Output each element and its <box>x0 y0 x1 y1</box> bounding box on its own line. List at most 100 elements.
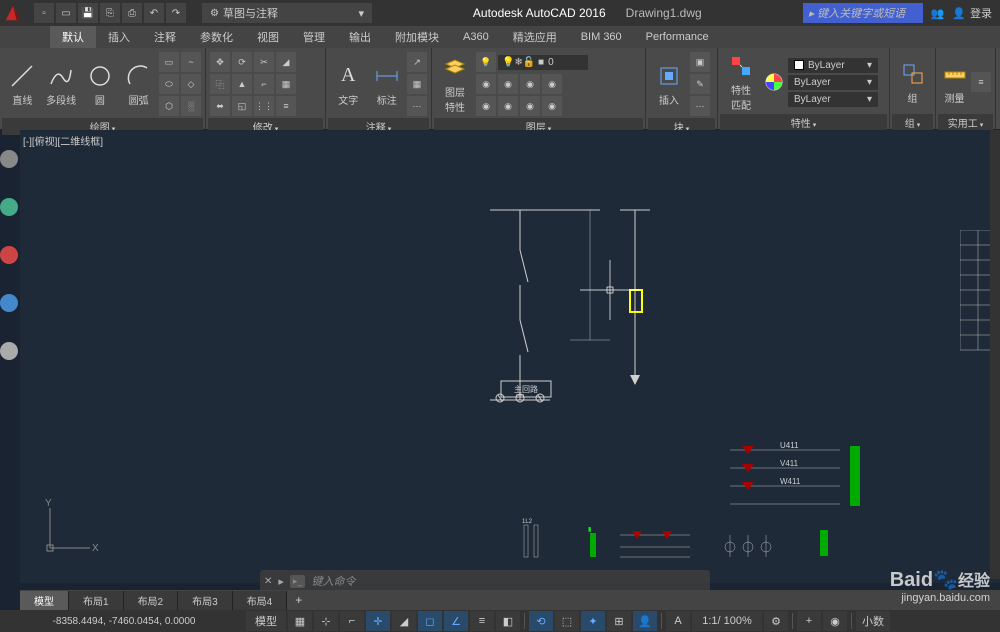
create-block-icon[interactable]: ▣ <box>690 52 710 72</box>
group-button[interactable]: 组 <box>894 52 931 112</box>
3dosnap-icon[interactable]: ⬚ <box>555 611 579 631</box>
move-icon[interactable]: ✥ <box>210 52 230 72</box>
save-icon[interactable]: 💾 <box>78 3 98 23</box>
redo-icon[interactable]: ↷ <box>166 3 186 23</box>
rotate-icon[interactable]: ⟳ <box>232 52 252 72</box>
print-icon[interactable]: ⎙ <box>122 3 142 23</box>
open-icon[interactable]: ▭ <box>56 3 76 23</box>
linetype-dropdown[interactable]: ByLayer▾ <box>788 92 878 107</box>
svg-text:1L2: 1L2 <box>522 519 533 525</box>
tab-manage[interactable]: 管理 <box>291 26 337 48</box>
layer-off-icon[interactable]: ◉ <box>476 74 496 94</box>
tab-view[interactable]: 视图 <box>245 26 291 48</box>
dimension-button[interactable]: 标注 <box>369 54 406 114</box>
leader-icon[interactable]: ↗ <box>407 52 427 72</box>
mirror-icon[interactable]: ▲ <box>232 74 252 94</box>
line-button[interactable]: 直线 <box>4 54 41 114</box>
annoscale-icon[interactable]: A <box>666 611 690 631</box>
ortho-icon[interactable]: ⌐ <box>340 611 364 631</box>
match-props-button[interactable]: 特性 匹配 <box>722 52 760 112</box>
tab-layout4[interactable]: 布局4 <box>233 591 288 610</box>
add-layout-button[interactable]: + <box>287 591 310 609</box>
dock-icon[interactable] <box>0 150 18 168</box>
polar-icon[interactable]: ✛ <box>366 611 390 631</box>
modelspace-button[interactable]: 模型 <box>246 611 286 631</box>
ucs-icon[interactable]: X Y <box>40 498 100 563</box>
status-bar: -8358.4494, -7460.0454, 0.0000 模型 ▦ ⊹ ⌐ … <box>0 610 1000 632</box>
tab-layout2[interactable]: 布局2 <box>124 591 179 610</box>
command-line[interactable]: ✕ ▸ ▸_ 键入命令 <box>260 570 710 592</box>
iso-icon[interactable]: ◢ <box>392 611 416 631</box>
tab-bim360[interactable]: BIM 360 <box>569 28 634 46</box>
tab-performance[interactable]: Performance <box>634 28 721 46</box>
tab-addins[interactable]: 附加模块 <box>383 26 451 48</box>
dock-icon[interactable] <box>0 246 18 264</box>
edit-block-icon[interactable]: ✎ <box>690 74 710 94</box>
stretch-icon[interactable]: ⬌ <box>210 96 230 116</box>
fillet-icon[interactable]: ⌐ <box>254 74 274 94</box>
scale-icon[interactable]: ◱ <box>232 96 252 116</box>
table-icon[interactable]: ▦ <box>407 74 427 94</box>
array-icon[interactable]: ⋮⋮ <box>254 96 274 116</box>
tab-model[interactable]: 模型 <box>20 591 69 610</box>
grid-icon[interactable]: ▦ <box>288 611 312 631</box>
drawing-canvas[interactable]: [-][俯视][二维线框] 主回路 <box>20 130 1000 583</box>
vertical-scrollbar[interactable] <box>990 130 1000 579</box>
saveas-icon[interactable]: ⎘ <box>100 3 120 23</box>
layer-props-button[interactable]: 图层 特性 <box>436 54 474 114</box>
tab-insert[interactable]: 插入 <box>96 26 142 48</box>
dock-icon[interactable] <box>0 294 18 312</box>
workspace-dropdown[interactable]: ⚙ 草图与注释 ▾ <box>202 3 372 23</box>
panel-annotation: A文字 标注 ↗ ▦ ⋯ 注释 <box>326 48 432 129</box>
circle-button[interactable]: 圆 <box>82 54 119 114</box>
dock-icon[interactable] <box>0 342 18 360</box>
snap-icon[interactable]: ⊹ <box>314 611 338 631</box>
workspace-label: 草图与注释 <box>223 5 278 21</box>
transparency-icon[interactable]: ◧ <box>496 611 520 631</box>
polyline-button[interactable]: 多段线 <box>43 54 80 114</box>
undo-icon[interactable]: ↶ <box>144 3 164 23</box>
panel-props-label: 特性 <box>720 114 887 131</box>
otrack-icon[interactable]: ∠ <box>444 611 468 631</box>
svg-text:U411: U411 <box>780 441 799 450</box>
panel-properties: 特性 匹配 ByLayer▾ ByLayer▾ ByLayer▾ 特性 <box>718 48 890 129</box>
copy-icon[interactable]: ⿻ <box>210 74 230 94</box>
dynamic-ucs-icon[interactable]: ✦ <box>581 611 605 631</box>
rect-icon[interactable]: ▭ <box>159 52 179 72</box>
left-dock <box>0 130 20 360</box>
tab-parametric[interactable]: 参数化 <box>188 26 245 48</box>
cycling-icon[interactable]: ⟲ <box>529 611 553 631</box>
scale-display[interactable]: 1:1/ 100% <box>692 611 762 631</box>
tab-a360[interactable]: A360 <box>451 28 501 46</box>
tab-default[interactable]: 默认 <box>50 26 96 48</box>
gear-icon[interactable]: ⚙ <box>764 611 788 631</box>
viewport-controls[interactable]: [-][俯视][二维线框] <box>23 133 103 148</box>
trim-icon[interactable]: ✂ <box>254 52 274 72</box>
arc-button[interactable]: 圆弧 <box>120 54 157 114</box>
layer-dropdown[interactable]: 💡❄🔓 ■ 0 <box>498 55 588 70</box>
tab-layout3[interactable]: 布局3 <box>178 591 233 610</box>
tab-output[interactable]: 输出 <box>337 26 383 48</box>
dock-icon[interactable] <box>0 198 18 216</box>
tab-featured[interactable]: 精选应用 <box>501 26 569 48</box>
tab-layout1[interactable]: 布局1 <box>69 591 124 610</box>
panel-group: 组 组 <box>890 48 936 129</box>
text-button[interactable]: A文字 <box>330 54 367 114</box>
color-wheel-icon[interactable] <box>762 52 786 112</box>
color-dropdown[interactable]: ByLayer▾ <box>788 58 878 73</box>
layout-tabs: 模型 布局1 布局2 布局3 布局4 + <box>20 590 1000 610</box>
measure-button[interactable]: 测量 <box>940 52 969 112</box>
tab-annotate[interactable]: 注释 <box>142 26 188 48</box>
login-button[interactable]: 👤 登录 <box>952 5 992 21</box>
infocenter-icon[interactable]: 👥 <box>931 7 945 20</box>
insert-button[interactable]: 插入 <box>650 54 688 114</box>
units-display[interactable]: 小数 <box>856 611 890 631</box>
new-icon[interactable]: ▫ <box>34 3 54 23</box>
lineweight-icon[interactable]: ≡ <box>470 611 494 631</box>
lineweight-dropdown[interactable]: ByLayer▾ <box>788 75 878 90</box>
osnap-icon[interactable]: ◻ <box>418 611 442 631</box>
close-icon[interactable]: ✕ <box>264 576 272 587</box>
search-input[interactable]: ▸ 键入关键字或短语 <box>803 3 923 23</box>
app-logo[interactable] <box>0 0 26 26</box>
watermark: Baid🐾经验 jingyan.baidu.com <box>890 567 990 604</box>
